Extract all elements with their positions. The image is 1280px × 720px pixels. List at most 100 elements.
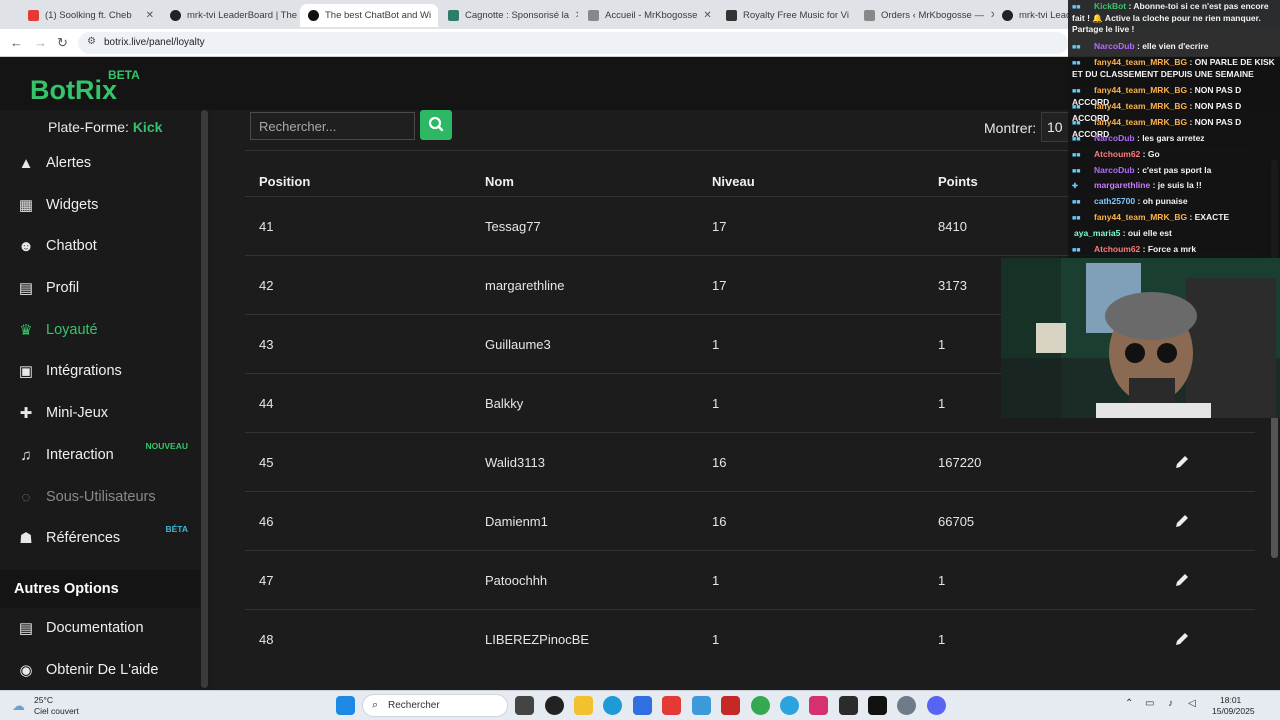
file-explorer-icon[interactable] — [574, 696, 593, 715]
obs-icon[interactable] — [545, 696, 564, 715]
weather-desc[interactable]: Ciel couvert — [34, 706, 79, 716]
browser-tab[interactable]: Cagnotte : Sponsorisé la ✕ — [440, 4, 578, 27]
app-icon[interactable] — [839, 696, 858, 715]
windows-start-icon[interactable] — [336, 696, 355, 715]
volume-icon[interactable]: ◁ — [1188, 698, 1196, 709]
tiktok-icon[interactable] — [868, 696, 887, 715]
browser-tab[interactable]: Orders ‹ MrKbogosse — ✕ — [856, 4, 994, 27]
badge-icon: ■■ — [1072, 88, 1081, 95]
forward-icon[interactable]: → — [34, 35, 47, 50]
botrix-logo[interactable]: BotRix — [30, 75, 117, 106]
badge-icon: ■■ — [1072, 136, 1081, 143]
level-cell: 16 — [712, 455, 727, 470]
sidebar-item-interaction[interactable]: ♫ Interaction NOUVEAU — [0, 435, 200, 475]
chrome-icon[interactable] — [751, 696, 770, 715]
edit-pencil-icon[interactable] — [1173, 630, 1191, 648]
chat-message: ✚ margarethline : je suis la !! — [1072, 180, 1202, 190]
sidebar-item-integrations[interactable]: ▣ Intégrations — [0, 351, 200, 391]
points-cell: 1 — [938, 632, 946, 647]
sidebar-item-documentation[interactable]: ▤ Documentation — [0, 608, 200, 648]
plug-icon: ▣ — [18, 363, 34, 380]
edit-pencil-icon[interactable] — [1173, 453, 1191, 471]
close-icon[interactable]: ✕ — [703, 10, 711, 21]
close-icon[interactable]: ✕ — [575, 10, 578, 21]
sidebar-scrollbar[interactable] — [201, 110, 208, 688]
position-cell: 48 — [259, 632, 274, 647]
site-info-icon[interactable]: ⚙ — [87, 36, 96, 47]
column-header-nom[interactable]: Nom — [485, 174, 514, 189]
search-button[interactable] — [420, 110, 452, 140]
section-title-autres-options: Autres Options — [0, 570, 200, 608]
cloud-icon[interactable]: ☁ — [12, 698, 25, 714]
position-cell: 43 — [259, 337, 274, 352]
back-icon[interactable]: ← — [10, 35, 23, 50]
sidebar-item-loyaute[interactable]: ♛ Loyauté — [0, 310, 200, 350]
app-icon[interactable] — [662, 696, 681, 715]
edge-icon[interactable] — [603, 696, 622, 715]
browser-tab[interactable]: (1) Soolking ft. Cheb ✕ — [20, 4, 162, 27]
sidebar-item-aide[interactable]: ◉ Obtenir De L'aide — [0, 650, 200, 690]
github-icon — [170, 10, 181, 21]
position-cell: 44 — [259, 396, 274, 411]
position-cell: 41 — [259, 219, 274, 234]
points-cell: 1 — [938, 573, 946, 588]
browser-tab[interactable]: Royalty Free Music for Vi ✕ — [718, 4, 856, 27]
browser-tab[interactable]: mrk-tvi LeaderBoard | The ✕ — [162, 4, 300, 27]
sidebar-item-widgets[interactable]: ▦ Widgets — [0, 185, 200, 225]
taskbar-search[interactable]: ⌕ Rechercher — [362, 694, 508, 717]
browser-tab[interactable]: mrk-tvi Leade — [994, 4, 1070, 27]
youtube-icon — [28, 10, 39, 21]
discord-icon[interactable] — [927, 696, 946, 715]
weather-temp[interactable]: 25°C — [34, 695, 53, 705]
network-icon[interactable]: ▭ — [1145, 698, 1154, 709]
chevron-up-icon[interactable]: ⌃ — [1125, 698, 1133, 709]
search-icon — [428, 116, 444, 132]
chat-message: ■■ KickBot : Abonne-toi si ce n'est pas e… — [1072, 1, 1269, 34]
close-icon[interactable]: ✕ — [437, 10, 438, 21]
position-cell: 42 — [259, 278, 274, 293]
task-view-icon[interactable] — [515, 696, 534, 715]
position-cell: 46 — [259, 514, 274, 529]
clock-time[interactable]: 18:01 — [1220, 695, 1241, 705]
column-header-niveau[interactable]: Niveau — [712, 174, 755, 189]
level-cell: 17 — [712, 219, 727, 234]
beta-badge: BETA — [108, 68, 140, 82]
sidebar-item-alertes[interactable]: ▲ Alertes — [0, 143, 200, 183]
instagram-icon[interactable] — [809, 696, 828, 715]
chat-message: ■■ fany44_team_MRK_BG : ON PARLE DE KISK … — [1072, 57, 1275, 79]
sidebar-item-chatbot[interactable]: ☻ Chatbot — [0, 226, 200, 266]
browser-tab[interactable]: Accueil - MrKbogosse ✕ — [580, 4, 718, 27]
app-icon[interactable] — [692, 696, 711, 715]
level-cell: 17 — [712, 278, 727, 293]
chat-message: ■■ Atchoum62 : Go — [1072, 149, 1160, 159]
name-cell: margarethline — [485, 278, 565, 293]
edit-pencil-icon[interactable] — [1173, 512, 1191, 530]
streamer-webcam-image — [1001, 258, 1280, 418]
close-icon[interactable]: ✕ — [146, 10, 154, 21]
url-field[interactable]: ⚙ botrix.live/panel/loyalty — [78, 32, 1068, 54]
sidebar-item-sous-utilisateurs[interactable]: ◌ Sous-Utilisateurs — [0, 477, 200, 517]
edit-pencil-icon[interactable] — [1173, 571, 1191, 589]
reload-icon[interactable]: ↻ — [57, 35, 68, 51]
clock-date[interactable]: 15/09/2025 — [1212, 706, 1255, 716]
chat-message: aya_maria5 : oui elle est — [1074, 228, 1172, 238]
badge-icon: ■■ — [1072, 168, 1081, 175]
app-icon[interactable] — [721, 696, 740, 715]
microphone-icon[interactable]: ♪ — [1168, 698, 1173, 709]
sidebar-item-profil[interactable]: ▤ Profil — [0, 268, 200, 308]
webcam-overlay — [1001, 258, 1280, 418]
telegram-icon[interactable] — [780, 696, 799, 715]
stream-chat-overlay: ■■ KickBot : Abonne-toi si ce n'est pas e… — [1068, 0, 1280, 258]
name-cell: Guillaume3 — [485, 337, 551, 352]
column-header-points[interactable]: Points — [938, 174, 978, 189]
settings-icon[interactable] — [897, 696, 916, 715]
column-header-position[interactable]: Position — [259, 174, 310, 189]
search-input[interactable] — [250, 112, 415, 140]
sidebar-item-mini-jeux[interactable]: ✚ Mini-Jeux — [0, 393, 200, 433]
store-icon[interactable] — [633, 696, 652, 715]
browser-tab-active[interactable]: The best ChatBot and Wi ✕ — [300, 4, 438, 27]
github-icon — [1002, 10, 1013, 21]
badge-icon: ■■ — [1072, 247, 1081, 254]
points-cell: 1 — [938, 337, 946, 352]
sidebar-item-references[interactable]: ☗ Références BÉTA — [0, 518, 200, 558]
